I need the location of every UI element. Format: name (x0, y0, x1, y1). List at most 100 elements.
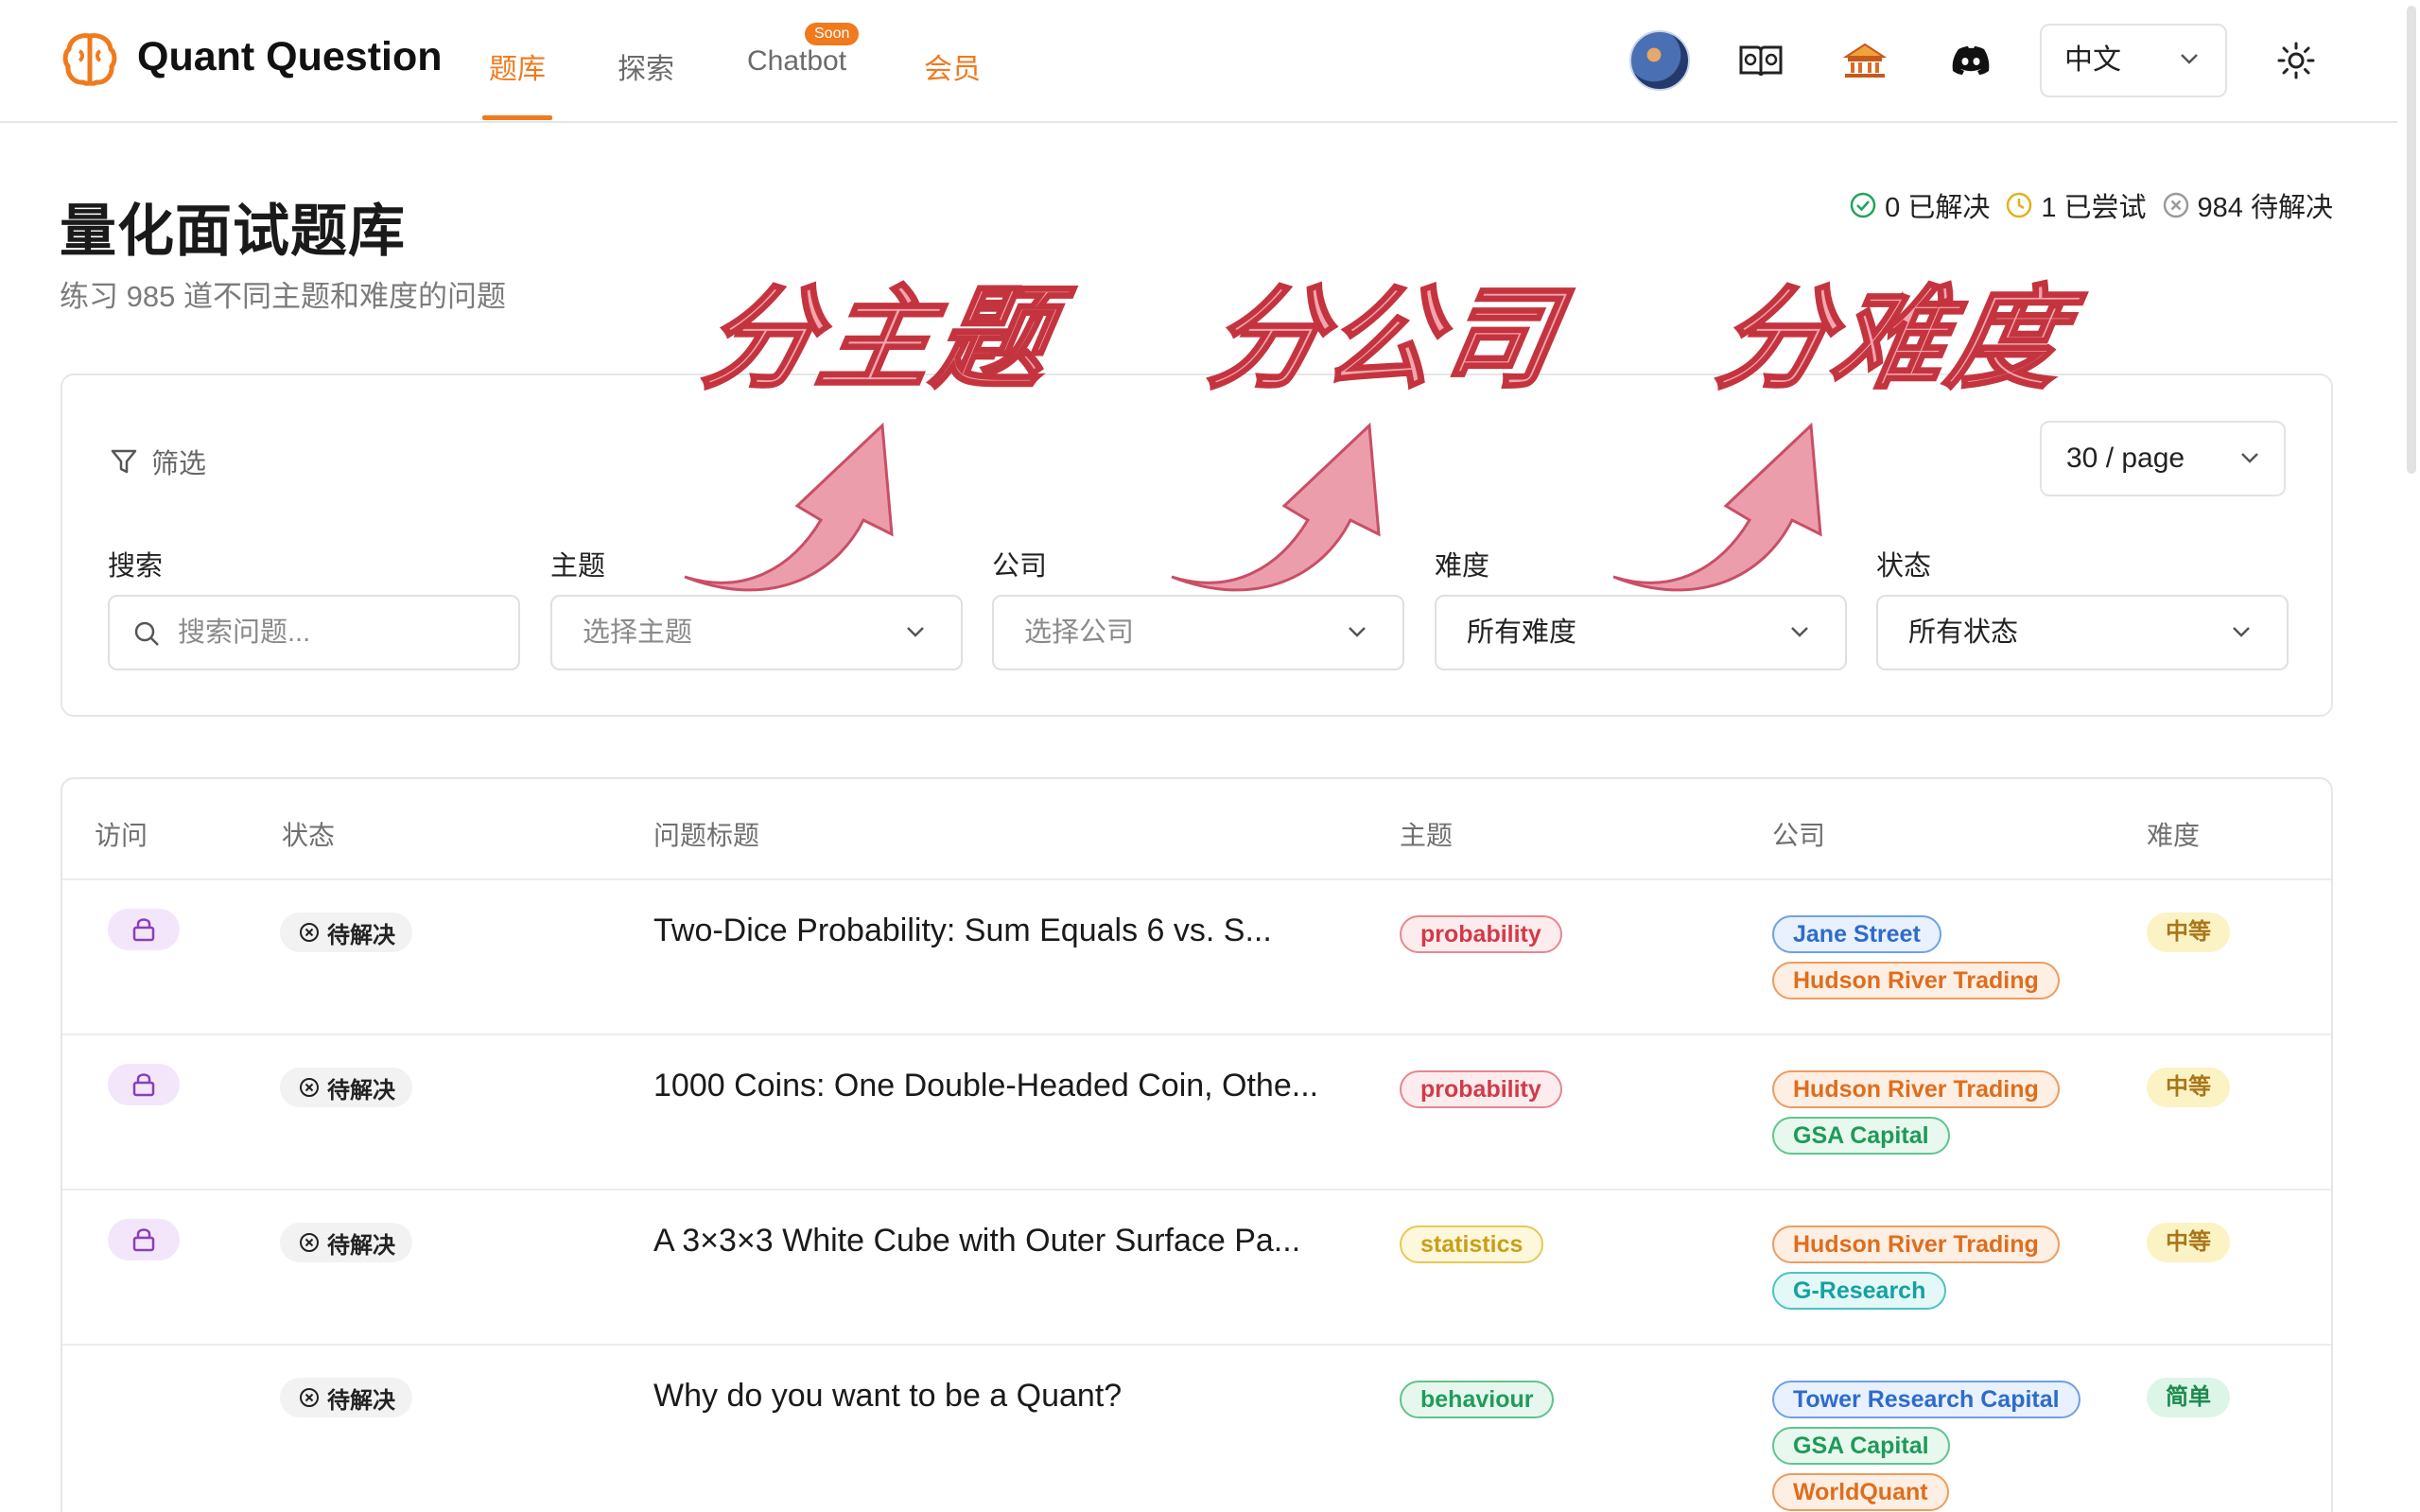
lock-icon (132, 1073, 155, 1097)
question-title-link[interactable]: Why do you want to be a Quant? (653, 1378, 1122, 1415)
lock-badge (108, 1219, 180, 1260)
page-scrollbar[interactable] (2407, 6, 2416, 474)
table-row[interactable]: 待解决 A 3×3×3 White Cube with Outer Surfac… (62, 1190, 2331, 1346)
status-select[interactable]: 所有状态 (1876, 595, 2289, 670)
search-icon (134, 621, 159, 646)
nav-tab-question-bank[interactable]: 题库 (489, 45, 546, 87)
column-header-company[interactable]: 公司 (1772, 815, 1825, 853)
stat-attempted: 1 已尝试 (2005, 185, 2147, 225)
status-badge: 待解决 (280, 1378, 412, 1417)
nav-tab-chatbot[interactable]: Chatbot (747, 45, 846, 78)
chevron-down-icon (2181, 54, 2198, 64)
difficulty-badge: 简单 (2147, 1378, 2230, 1417)
brand-name[interactable]: Quant Question (137, 34, 443, 80)
arrow-up-right-icon (1171, 422, 1381, 592)
topic-tag[interactable]: probability (1400, 915, 1562, 953)
difficulty-badge: 中等 (2147, 1068, 2230, 1107)
difficulty-badge: 中等 (2147, 912, 2230, 952)
table-row[interactable]: 待解决 Why do you want to be a Quant? behav… (62, 1346, 2331, 1512)
company-tag[interactable]: Hudson River Trading (1772, 1070, 2060, 1108)
temple-icon[interactable] (1840, 36, 1889, 85)
status-badge: 待解决 (280, 1223, 412, 1262)
page-subtitle: 练习 985 道不同主题和难度的问题 (60, 280, 506, 313)
status-badge: 待解决 (280, 912, 412, 952)
chevron-down-icon (2241, 453, 2258, 463)
topic-tag[interactable]: statistics (1400, 1225, 1544, 1263)
company-tag[interactable]: Hudson River Trading (1772, 962, 2060, 999)
company-select[interactable]: 选择公司 (992, 595, 1404, 670)
topic-tag[interactable]: probability (1400, 1070, 1562, 1108)
nav-tab-explore[interactable]: 探索 (618, 45, 674, 87)
annotation-by-difficulty: 分难度 (1706, 272, 2078, 406)
stat-solved: 0 已解决 (1849, 185, 1990, 225)
question-title-link[interactable]: A 3×3×3 White Cube with Outer Surface Pa… (653, 1223, 1300, 1260)
question-title-link[interactable]: 1000 Coins: One Double-Headed Coin, Othe… (653, 1068, 1318, 1104)
company-tag[interactable]: WorldQuant (1772, 1473, 1949, 1511)
questions-table: 访问 状态 问题标题 主题 公司 难度 待解决 Two-Dice Probabi… (61, 777, 2333, 1512)
status-filter-label: 状态 (1876, 551, 1932, 582)
filter-icon (111, 449, 137, 474)
status-badge: 待解决 (280, 1068, 412, 1107)
search-input[interactable]: 搜索问题... (108, 595, 520, 670)
chevron-down-icon (1349, 627, 1366, 637)
progress-stats: 0 已解决 1 已尝试 984 待解决 (1849, 185, 2333, 225)
column-header-access[interactable]: 访问 (95, 815, 148, 853)
active-tab-indicator (482, 115, 552, 120)
difficulty-badge: 中等 (2147, 1223, 2230, 1262)
arrow-up-right-icon (1612, 422, 1822, 592)
topic-select[interactable]: 选择主题 (550, 595, 963, 670)
lock-badge (108, 1064, 180, 1105)
company-tag[interactable]: GSA Capital (1772, 1117, 1950, 1155)
page-size-select[interactable]: 30 / page (2040, 421, 2286, 496)
difficulty-filter-label: 难度 (1435, 551, 1490, 582)
filter-heading: 筛选 (110, 442, 206, 481)
brain-logo-icon[interactable] (61, 30, 119, 89)
x-circle-icon (300, 1388, 319, 1407)
stat-unsolved: 984 待解决 (2162, 185, 2333, 225)
lock-badge (108, 909, 180, 950)
clock-icon (2007, 192, 2032, 218)
book-icon[interactable] (1736, 36, 1785, 85)
x-circle-icon (2163, 192, 2188, 218)
top-navigation-bar: Quant Question 题库 探索 Chatbot Soon 会员 中文 (0, 0, 2397, 123)
search-placeholder: 搜索问题... (178, 617, 311, 648)
annotation-by-topic: 分主题 (692, 272, 1064, 406)
sun-icon[interactable] (2272, 36, 2321, 85)
company-tag[interactable]: Jane Street (1772, 915, 1941, 953)
company-tag[interactable]: G-Research (1772, 1272, 1947, 1310)
lock-icon (132, 1228, 155, 1252)
avatar[interactable] (1629, 30, 1690, 91)
column-header-topic[interactable]: 主题 (1400, 815, 1453, 853)
lock-icon (132, 918, 155, 942)
company-tag[interactable]: Tower Research Capital (1772, 1381, 2081, 1418)
check-circle-icon (1850, 192, 1876, 218)
column-header-status[interactable]: 状态 (282, 815, 335, 853)
company-tag[interactable]: GSA Capital (1772, 1427, 1950, 1465)
column-header-title[interactable]: 问题标题 (653, 815, 759, 853)
column-header-difficulty[interactable]: 难度 (2147, 815, 2200, 853)
difficulty-select[interactable]: 所有难度 (1435, 595, 1847, 670)
topic-tag[interactable]: behaviour (1400, 1381, 1555, 1418)
x-circle-icon (300, 923, 319, 942)
table-row[interactable]: 待解决 Two-Dice Probability: Sum Equals 6 v… (62, 880, 2331, 1035)
nav-tab-membership[interactable]: 会员 (924, 45, 981, 87)
arrow-up-right-icon (684, 422, 894, 592)
topic-filter-label: 主题 (550, 551, 606, 582)
table-row[interactable]: 待解决 1000 Coins: One Double-Headed Coin, … (62, 1035, 2331, 1190)
page-title: 量化面试题库 (60, 200, 406, 263)
chevron-down-icon (907, 627, 924, 637)
search-label: 搜索 (108, 551, 164, 582)
company-filter-label: 公司 (992, 551, 1048, 582)
chevron-down-icon (1791, 627, 1808, 637)
language-select-value: 中文 (2064, 44, 2121, 76)
question-title-link[interactable]: Two-Dice Probability: Sum Equals 6 vs. S… (653, 912, 1272, 949)
discord-icon[interactable] (1946, 36, 1995, 85)
chevron-down-icon (2233, 627, 2250, 637)
x-circle-icon (300, 1233, 319, 1252)
soon-badge: Soon (805, 23, 860, 45)
language-select[interactable]: 中文 (2040, 24, 2227, 97)
annotation-by-company: 分公司 (1198, 272, 1570, 406)
x-circle-icon (300, 1078, 319, 1097)
page-size-value: 30 / page (2066, 443, 2185, 474)
company-tag[interactable]: Hudson River Trading (1772, 1225, 2060, 1263)
